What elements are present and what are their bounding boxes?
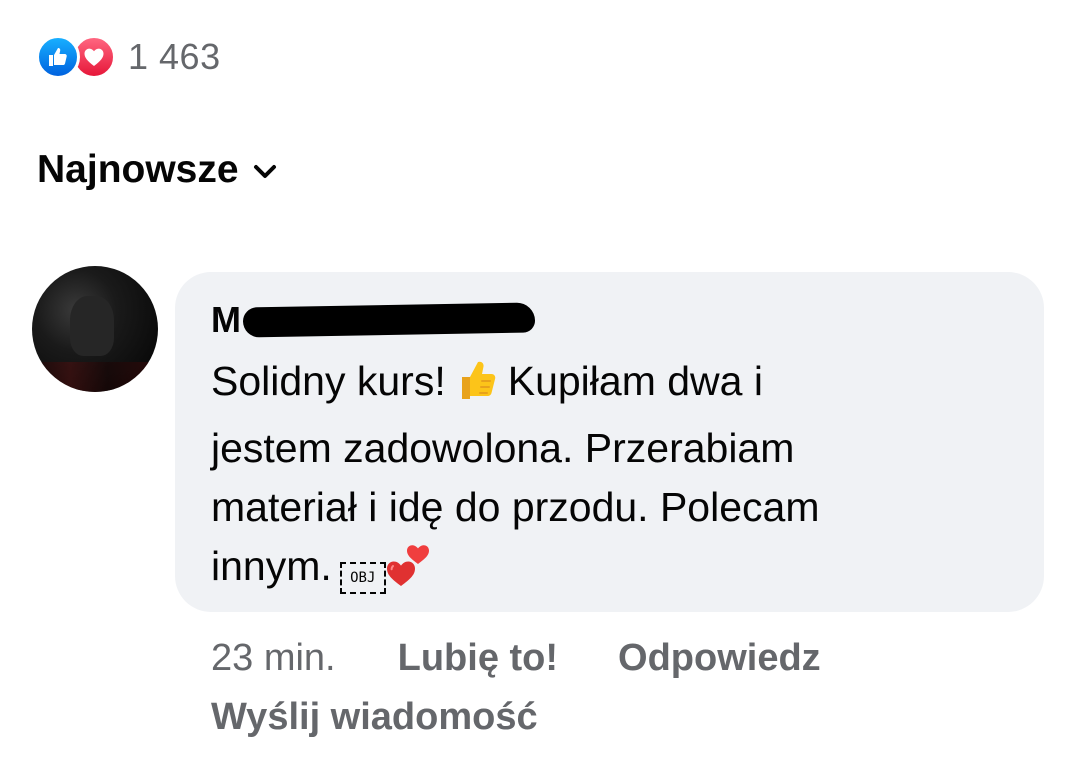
reaction-count: 1 463: [128, 36, 221, 77]
author-name-redaction: [242, 302, 536, 338]
comment-line-3: materiał i idę do przodu. Polecam: [211, 484, 820, 530]
thumbs-up-emoji: [452, 355, 500, 419]
send-message-button[interactable]: Wyślij wiadomość: [211, 691, 538, 743]
comment-line-1b: Kupiłam dwa i: [507, 358, 763, 404]
comment-text: Solidny kurs! Kupiłam dwa i jestem zadow…: [211, 352, 991, 606]
comment-line-1a: Solidny kurs!: [211, 358, 446, 404]
like-icon: [36, 35, 80, 79]
comment-line-4: innym.: [211, 543, 332, 589]
comment-actions: 23 min. Lubię to! Odpowiedz Wyślij wiado…: [211, 632, 971, 743]
comment-author[interactable]: M: [211, 298, 1010, 342]
author-initial: M: [211, 299, 241, 340]
comment-line-2: jestem zadowolona. Przerabiam: [211, 425, 795, 471]
comment-bubble: M Solidny kurs! Kupiłam dwa i jestem zad…: [175, 272, 1044, 612]
reply-button[interactable]: Odpowiedz: [618, 632, 821, 684]
chevron-down-icon: [253, 164, 277, 180]
sort-dropdown[interactable]: Najnowsze: [37, 148, 277, 192]
two-hearts-emoji: [384, 538, 434, 606]
like-button[interactable]: Lubię to!: [398, 632, 558, 684]
avatar[interactable]: [32, 266, 158, 392]
obj-placeholder: OBJ: [339, 562, 386, 594]
sort-label: Najnowsze: [37, 148, 239, 191]
reactions-summary[interactable]: 1 463: [36, 34, 221, 80]
comment-timestamp[interactable]: 23 min.: [211, 632, 336, 684]
